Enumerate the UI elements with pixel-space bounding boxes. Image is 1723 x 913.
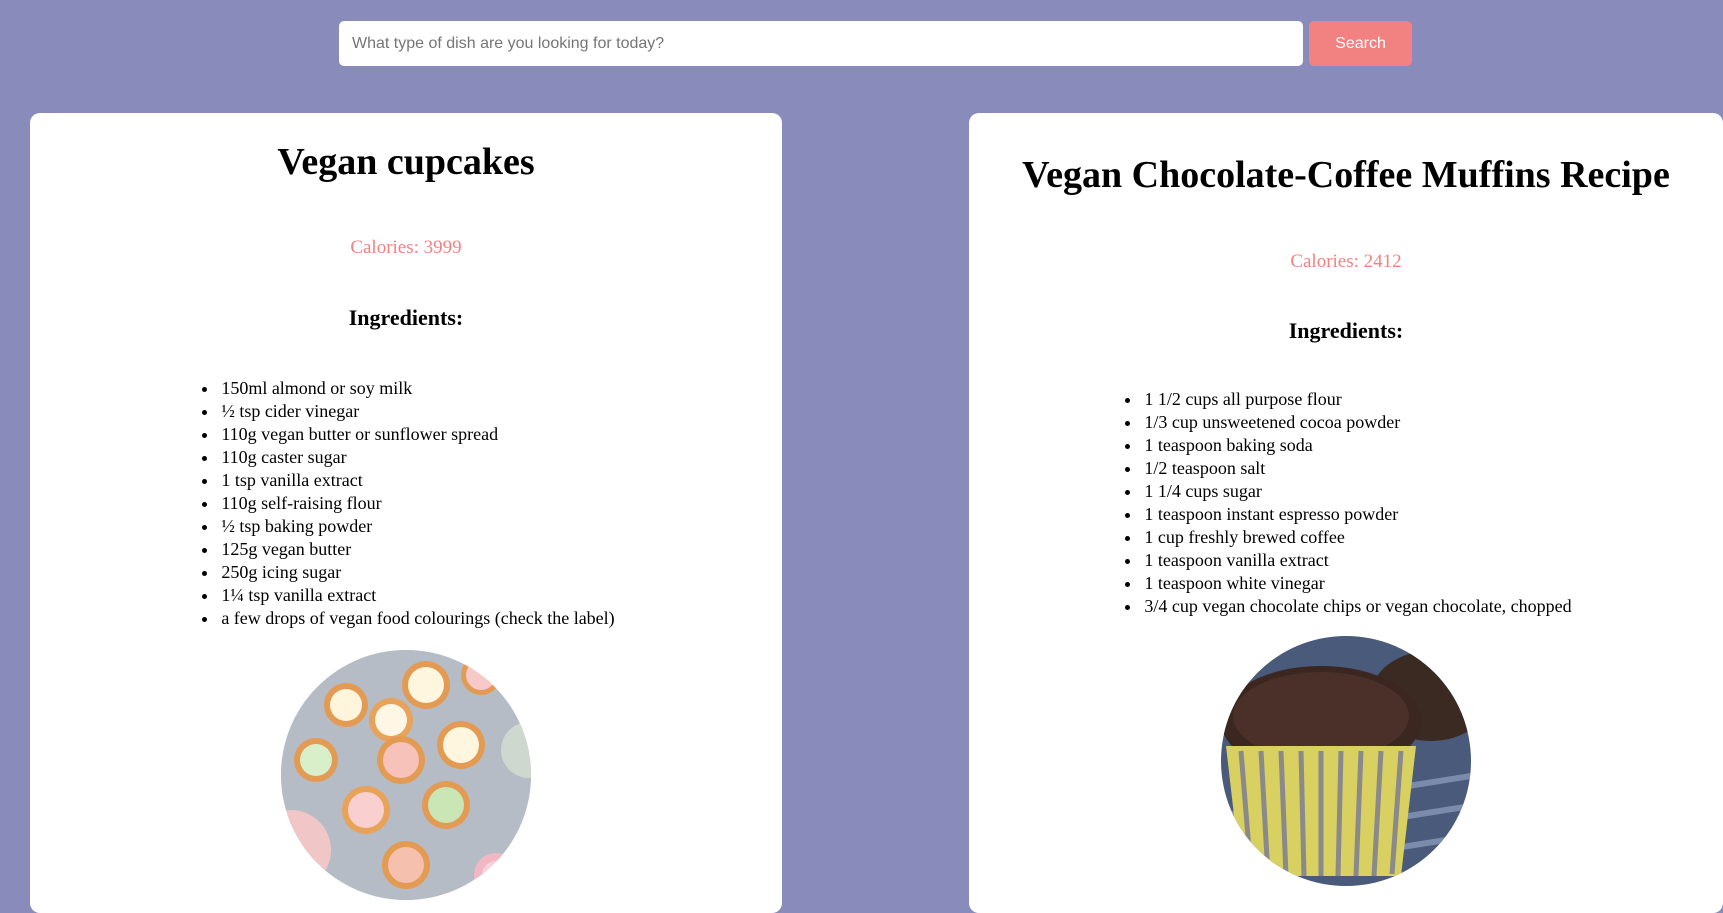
ingredient-item: 110g vegan butter or sunflower spread [219,423,614,446]
ingredient-item: 250g icing sugar [219,561,614,584]
ingredient-item: 125g vegan butter [219,538,614,561]
ingredient-item: a few drops of vegan food colourings (ch… [219,607,614,630]
search-input[interactable] [339,21,1303,66]
recipe-card: Vegan Chocolate-Coffee Muffins Recipe Ca… [969,113,1723,913]
cupcakes-image [281,650,531,900]
ingredient-item: 1 teaspoon instant espresso powder [1142,503,1571,526]
recipe-title: Vegan cupcakes [277,141,535,183]
muffin-image [1221,636,1471,886]
ingredient-item: 1¼ tsp vanilla extract [219,584,614,607]
ingredient-item: ½ tsp baking powder [219,515,614,538]
search-button[interactable]: Search [1309,21,1412,66]
ingredient-item: 1 1/4 cups sugar [1142,480,1571,503]
ingredient-item: 1 teaspoon vanilla extract [1142,549,1571,572]
ingredient-item: 1/3 cup unsweetened cocoa powder [1142,411,1571,434]
recipe-card: Vegan cupcakes Calories: 3999 Ingredient… [30,113,782,913]
recipe-title: Vegan Chocolate-Coffee Muffins Recipe [1022,154,1670,196]
ingredient-item: 110g self-raising flour [219,492,614,515]
ingredient-item: ½ tsp cider vinegar [219,400,614,423]
ingredient-item: 1 cup freshly brewed coffee [1142,526,1571,549]
ingredient-item: 1/2 teaspoon salt [1142,457,1571,480]
recipe-calories: Calories: 3999 [350,237,462,258]
ingredient-item: 1 tsp vanilla extract [219,469,614,492]
ingredient-item: 1 teaspoon white vinegar [1142,572,1571,595]
ingredients-heading: Ingredients: [1288,318,1404,343]
ingredient-item: 150ml almond or soy milk [219,377,614,400]
ingredients-heading: Ingredients: [348,305,464,330]
ingredients-list: 150ml almond or soy milk ½ tsp cider vin… [197,377,614,630]
recipe-calories: Calories: 2412 [1290,251,1402,272]
ingredient-item: 110g caster sugar [219,446,614,469]
search-bar: Search [339,21,1414,66]
ingredient-item: 1 1/2 cups all purpose flour [1142,388,1571,411]
ingredient-item: 3/4 cup vegan chocolate chips or vegan c… [1142,595,1571,618]
ingredients-list: 1 1/2 cups all purpose flour 1/3 cup uns… [1120,388,1571,618]
ingredient-item: 1 teaspoon baking soda [1142,434,1571,457]
